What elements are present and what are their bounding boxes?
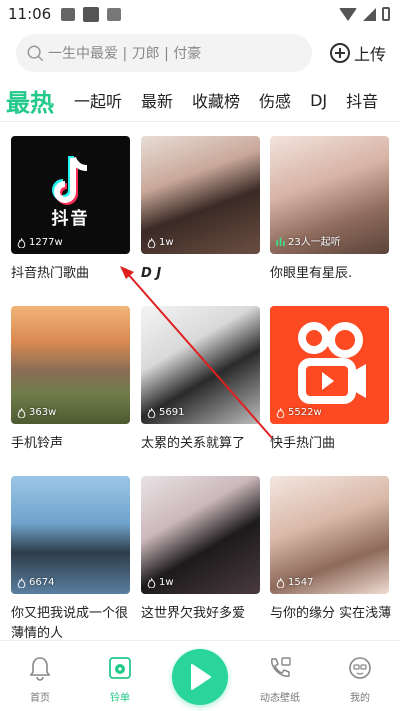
category-tabs: 最热 一起听 最新 收藏榜 伤感 DJ 抖音 xyxy=(0,82,400,118)
play-count: 1547 xyxy=(276,577,313,588)
nav-profile[interactable]: 我的 xyxy=(330,655,390,704)
play-count: 5691 xyxy=(147,407,184,418)
flame-icon xyxy=(17,577,26,588)
listening-count: 23人一起听 xyxy=(276,233,341,248)
tab-latest[interactable]: 最新 xyxy=(141,88,173,112)
plus-circle-icon xyxy=(330,43,350,63)
nav-home-label: 首页 xyxy=(30,693,50,704)
kuaishou-logo-thumbnail: 5522w xyxy=(270,306,389,424)
nav-live-wallpaper-label: 动态壁纸 xyxy=(260,693,300,704)
search-row: 一生中最爱 | 刀郎 | 付豪 上传 xyxy=(0,34,400,74)
bottom-navigation: 首页 铃单 动态壁纸 我的 xyxy=(0,640,400,711)
play-button[interactable] xyxy=(172,649,228,705)
playlist-title: 你又把我说成一个很薄情的人 xyxy=(11,606,129,641)
flame-icon xyxy=(17,407,26,418)
ringtone-list-icon xyxy=(109,657,131,679)
tab-dj[interactable]: DJ xyxy=(310,91,327,110)
play-count: 1w xyxy=(147,237,174,248)
play-count: 6674 xyxy=(17,577,54,588)
playlist-title: 你眼里有星辰. xyxy=(270,266,353,281)
search-input[interactable]: 一生中最爱 | 刀郎 | 付豪 xyxy=(16,34,312,72)
playlist-title: 手机铃声 xyxy=(11,436,64,451)
tab-sad[interactable]: 伤感 xyxy=(259,88,291,112)
phone-wallpaper-icon xyxy=(271,657,291,677)
playlist-title: 太累的关系就算了 xyxy=(141,436,246,451)
upload-label: 上传 xyxy=(354,45,387,64)
tabs-divider xyxy=(0,121,400,122)
playlist-cover-image: 23人一起听 xyxy=(270,136,389,254)
douyin-logo-thumbnail: 抖音 1277w xyxy=(11,136,130,254)
gallery-notification-icon xyxy=(61,7,76,21)
playlist-cover-image: 1w xyxy=(141,476,260,594)
playlist-cover-image: 1w xyxy=(141,136,260,254)
flame-icon xyxy=(17,237,26,248)
wifi-icon xyxy=(339,7,357,21)
bell-icon xyxy=(29,657,51,681)
tab-listen-together[interactable]: 一起听 xyxy=(74,88,122,112)
signal-icon xyxy=(363,7,376,21)
status-bar: 11:06 xyxy=(0,0,400,28)
flame-icon xyxy=(147,237,156,248)
flame-icon xyxy=(276,577,285,588)
douyin-logo-text: 抖音 xyxy=(51,209,90,229)
playlist-title: 抖音热门歌曲 xyxy=(11,266,90,281)
playlist-cover-image: 6674 xyxy=(11,476,130,594)
tab-douyin[interactable]: 抖音 xyxy=(346,88,378,112)
playlist-cover-image: 5691 xyxy=(141,306,260,424)
nav-home[interactable]: 首页 xyxy=(10,655,70,704)
flame-icon xyxy=(276,407,285,418)
playlist-title: D J xyxy=(141,266,162,281)
playlist-title: 与你的缘分 实在浅薄 xyxy=(270,606,392,621)
text-notification-icon xyxy=(107,7,122,21)
profile-icon xyxy=(349,657,371,679)
playlist-title: 快手热门曲 xyxy=(270,436,336,451)
nav-live-wallpaper[interactable]: 动态壁纸 xyxy=(250,655,310,704)
equalizer-icon xyxy=(276,237,285,246)
play-count: 5522w xyxy=(276,407,322,418)
play-count: 1277w xyxy=(17,237,63,248)
search-icon xyxy=(27,45,43,61)
nav-ringtone-list-label: 铃单 xyxy=(110,693,130,704)
upload-button[interactable]: 上传 xyxy=(330,41,386,65)
play-count: 1w xyxy=(147,577,174,588)
playlist-cover-image: 363w xyxy=(11,306,130,424)
status-time: 11:06 xyxy=(8,5,52,23)
flame-icon xyxy=(147,577,156,588)
search-placeholder: 一生中最爱 | 刀郎 | 付豪 xyxy=(48,46,202,62)
nav-profile-label: 我的 xyxy=(350,693,370,704)
play-count: 363w xyxy=(17,407,56,418)
app-notification-icon xyxy=(83,6,100,22)
tab-hottest[interactable]: 最热 xyxy=(6,83,54,118)
playlist-title: 这世界欠我好多爱 xyxy=(141,606,246,621)
nav-ringtone-list[interactable]: 铃单 xyxy=(90,655,150,704)
play-icon xyxy=(191,664,211,690)
tab-favorites-chart[interactable]: 收藏榜 xyxy=(192,88,240,112)
flame-icon xyxy=(147,407,156,418)
battery-icon xyxy=(382,7,390,21)
playlist-cover-image: 1547 xyxy=(270,476,389,594)
